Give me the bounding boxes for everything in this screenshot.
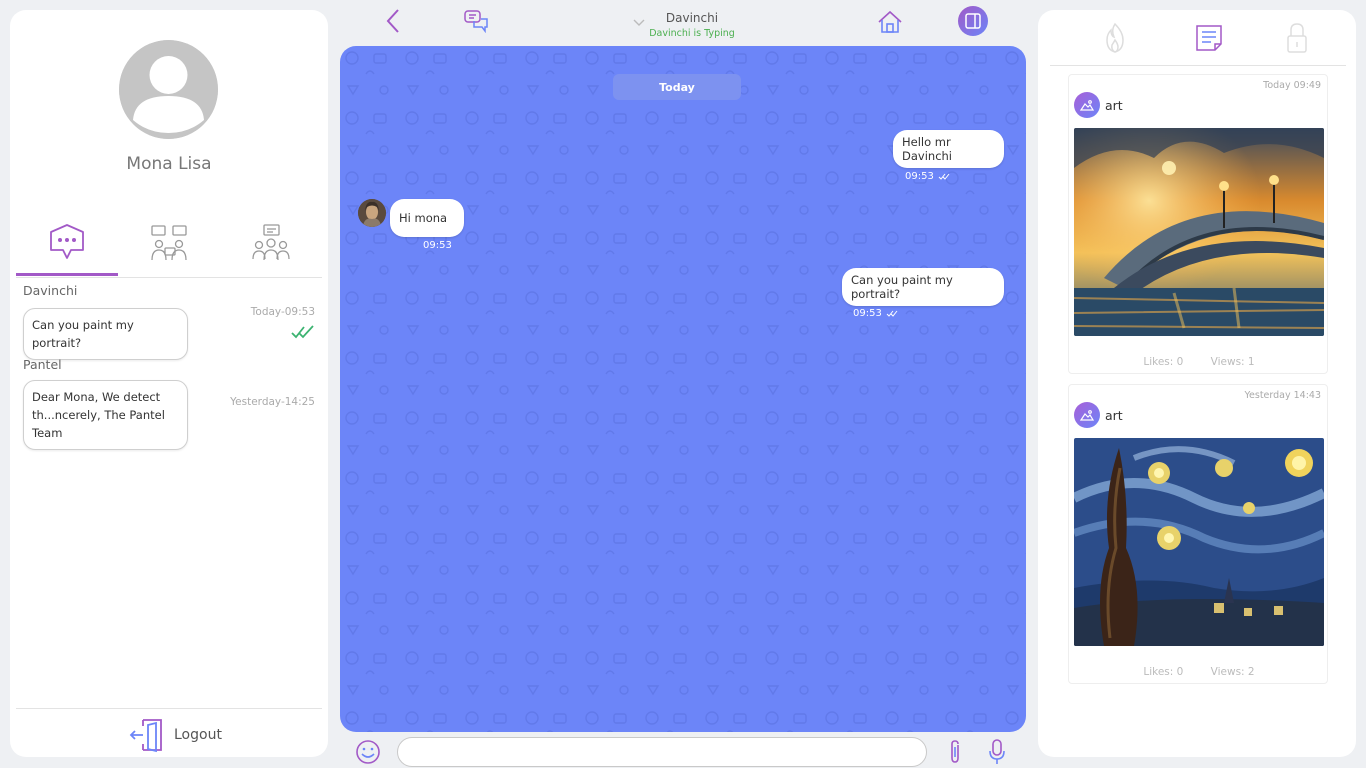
message-meta: 09:53 — [423, 240, 452, 251]
conversation-time: Yesterday-14:25 — [230, 396, 315, 408]
post-tag-label: art — [1105, 97, 1123, 113]
post-views: Views: 2 — [1210, 666, 1255, 678]
post-card[interactable]: Yesterday 14:43 art Likes: 0 Views: 2 — [1068, 384, 1328, 684]
conversation-preview-line: Dear Mona, We detect — [32, 390, 161, 404]
group-chat-icon — [252, 224, 290, 261]
profile-name: Mona Lisa — [126, 154, 212, 174]
message-bubble-outgoing[interactable]: Can you paint my portrait? — [842, 268, 1004, 306]
conversation-preview-line: Team — [32, 426, 63, 440]
side-panel-icon — [965, 13, 981, 29]
double-check-icon — [291, 325, 314, 339]
feed-tabs — [1050, 10, 1346, 66]
post-time: Yesterday 14:43 — [1244, 390, 1321, 401]
paperclip-icon — [951, 740, 959, 763]
contact-avatar[interactable] — [358, 199, 386, 227]
flame-icon — [1106, 22, 1124, 53]
contacts-chat-icon — [151, 225, 187, 261]
user-placeholder-icon — [119, 40, 218, 139]
post-stats: Likes: 0 Views: 2 — [1069, 666, 1329, 678]
home-icon — [878, 10, 902, 33]
conversation-preview[interactable]: Can you paint my portrait? — [23, 308, 188, 360]
lock-icon — [1287, 23, 1307, 53]
post-tag: art — [1074, 92, 1123, 118]
double-check-icon — [886, 310, 898, 317]
tab-private[interactable] — [1280, 20, 1314, 56]
post-likes: Likes: 0 — [1143, 666, 1184, 678]
notes-icon — [1196, 25, 1222, 51]
emoji-button[interactable] — [354, 738, 382, 766]
message-text: Hello mr Davinchi — [902, 135, 952, 163]
message-text: Can you paint my portrait? — [851, 273, 953, 301]
message-bubble-outgoing[interactable]: Hello mr Davinchi — [893, 130, 1004, 168]
panel-toggle-button[interactable] — [958, 6, 988, 36]
post-stats: Likes: 0 Views: 1 — [1069, 356, 1329, 368]
chat-area: Today Hello mr Davinchi 09:53 Hi mona 09… — [340, 46, 1026, 732]
contact-status: Davinchi is Typing — [649, 28, 735, 39]
image-category-icon — [1074, 402, 1100, 428]
message-text: Hi mona — [399, 211, 448, 225]
chat-bubble-icon — [50, 223, 84, 259]
chevron-left-icon — [386, 9, 399, 33]
profile-avatar[interactable] — [119, 40, 218, 139]
conversation-sender: Pantel — [23, 357, 62, 372]
day-separator: Today — [613, 74, 741, 100]
logout-label: Logout — [174, 727, 222, 743]
smiley-icon — [356, 740, 380, 764]
image-category-icon — [1074, 92, 1100, 118]
message-meta: 09:53 — [853, 308, 898, 319]
double-check-icon — [938, 173, 950, 180]
left-panel: Mona Lisa Davinchi Can you paint my port… — [10, 10, 328, 757]
post-card[interactable]: Today 09:49 art Likes: 0 Views: 1 — [1068, 74, 1328, 374]
logout-icon — [129, 719, 162, 753]
tab-posts[interactable] — [1192, 20, 1226, 56]
post-image[interactable] — [1074, 128, 1324, 336]
message-time: 09:53 — [853, 308, 882, 319]
post-tag: art — [1074, 402, 1123, 428]
message-meta: 09:53 — [905, 171, 950, 182]
tab-groups[interactable] — [220, 210, 322, 276]
conversation-tabs — [16, 210, 322, 278]
conversations-button[interactable] — [462, 8, 490, 34]
home-button[interactable] — [876, 8, 904, 36]
back-button[interactable] — [380, 6, 406, 36]
contact-name: Davinchi — [665, 11, 719, 25]
message-time: 09:53 — [905, 171, 934, 182]
right-panel: Today 09:49 art Likes: 0 Views: 1 Yester… — [1038, 10, 1356, 757]
post-time: Today 09:49 — [1263, 80, 1321, 91]
left-footer: Logout — [16, 708, 322, 757]
tab-contacts[interactable] — [118, 210, 220, 276]
conversation-preview[interactable]: Dear Mona, We detect th...ncerely, The P… — [23, 380, 188, 450]
chat-bubbles-icon — [464, 10, 488, 33]
portrait-avatar-icon — [358, 199, 386, 227]
message-bubble-incoming[interactable]: Hi mona — [390, 199, 464, 237]
conversation-sender: Davinchi — [23, 283, 78, 298]
conversation-preview-text: Can you paint my portrait? — [32, 318, 134, 350]
logout-button[interactable]: Logout — [128, 717, 222, 753]
starry-night-painting — [1074, 438, 1324, 646]
tab-trending[interactable] — [1098, 20, 1132, 56]
attach-button[interactable] — [943, 738, 967, 766]
tab-chats[interactable] — [16, 210, 118, 276]
post-tag-label: art — [1105, 407, 1123, 423]
voice-button[interactable] — [985, 738, 1009, 766]
post-views: Views: 1 — [1210, 356, 1255, 368]
conversation-preview-line: th...ncerely, The Pantel — [32, 408, 165, 422]
night-bridge-painting — [1074, 128, 1324, 336]
post-likes: Likes: 0 — [1143, 356, 1184, 368]
microphone-icon — [989, 739, 1005, 764]
post-image[interactable] — [1074, 438, 1324, 646]
message-input[interactable] — [397, 737, 927, 767]
conversation-time: Today-09:53 — [250, 306, 315, 318]
message-time: 09:53 — [423, 240, 452, 251]
